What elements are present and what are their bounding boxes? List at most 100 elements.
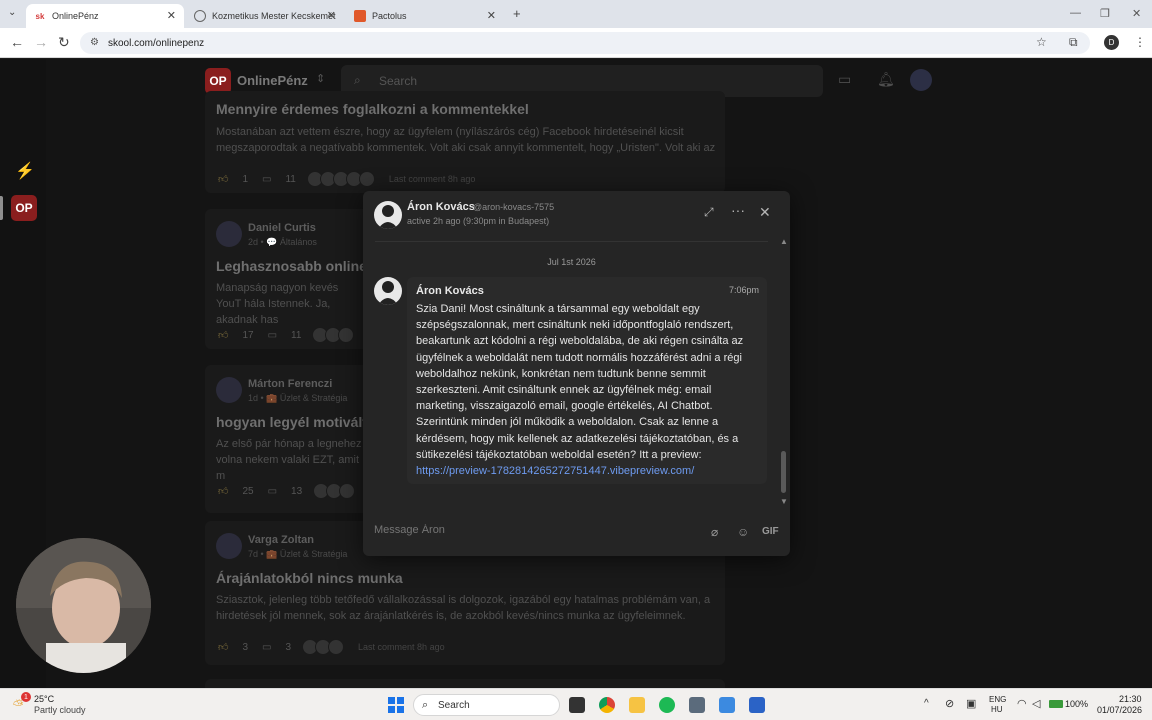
like-count: 25: [242, 485, 254, 497]
file-explorer-icon[interactable]: [629, 697, 645, 713]
close-icon[interactable]: ✕: [759, 204, 771, 221]
spotify-icon[interactable]: [659, 697, 675, 713]
language-indicator[interactable]: ENG: [989, 695, 1006, 704]
commenter-avatars: [312, 327, 355, 343]
windows-taskbar: ⛅︎ 1 25°C Partly cloudy ⌕ Search ^ ⊘ ▣ E…: [0, 688, 1152, 720]
commenter-avatars: [302, 639, 345, 655]
tab-search-icon[interactable]: ⌄: [8, 7, 16, 18]
back-arrow-icon[interactable]: ←: [10, 34, 24, 50]
region-indicator[interactable]: HU: [991, 705, 1003, 714]
browser-tab-bar: ⌄ sk OnlinePénz ✕ Kozmetikus Mester Kecs…: [0, 0, 1152, 28]
calculator-icon[interactable]: [689, 697, 705, 713]
close-icon[interactable]: ✕: [327, 9, 336, 22]
extensions-puzzle-icon[interactable]: ⧉: [1069, 35, 1078, 50]
author-avatar[interactable]: [216, 377, 242, 403]
comment-count: 11: [285, 173, 296, 185]
like-count: 3: [242, 641, 249, 653]
group-selection-indicator: [0, 196, 3, 220]
message-input[interactable]: [374, 524, 674, 536]
close-icon[interactable]: ✕: [167, 9, 176, 22]
tab-onlinepenz[interactable]: sk OnlinePénz ✕: [26, 4, 184, 28]
message-author-avatar[interactable]: [374, 277, 402, 305]
app-icon[interactable]: [749, 697, 765, 713]
search-icon: ⌕: [422, 699, 429, 711]
chat-icon[interactable]: ▭: [838, 71, 851, 88]
url-field[interactable]: ⚙ skool.com/onlinepenz: [80, 32, 1090, 54]
taskbar-search[interactable]: ⌕ Search: [413, 694, 560, 716]
forward-arrow-icon[interactable]: →: [34, 34, 48, 50]
like-icon[interactable]: 👍︎: [218, 329, 228, 341]
emoji-icon[interactable]: ☺: [737, 525, 749, 539]
gif-button[interactable]: GIF: [762, 526, 779, 537]
post-excerpt: Mostanában azt vettem észre, hogy az ügy…: [216, 126, 716, 154]
more-options-icon[interactable]: ···: [731, 202, 745, 218]
tray-chevron-icon[interactable]: ^: [924, 698, 929, 709]
post-author[interactable]: Varga Zoltan: [248, 534, 314, 546]
author-avatar[interactable]: [216, 533, 242, 559]
chat-user-name[interactable]: Áron Kovács: [407, 201, 475, 213]
onlinepenz-group-icon[interactable]: OP: [11, 195, 37, 221]
display-icon[interactable]: ▣: [966, 697, 976, 710]
post-title[interactable]: Árajánlatokból nincs munka: [216, 570, 403, 586]
post-title[interactable]: Mennyire érdemes foglalkozni a kommentek…: [216, 101, 529, 117]
post-card[interactable]: Mennyire érdemes foglalkozni a kommentek…: [205, 91, 725, 193]
expand-icon[interactable]: ⤢: [704, 205, 714, 220]
post-author[interactable]: Márton Ferenczi: [248, 378, 332, 390]
browser-menu-icon[interactable]: ⋮: [1134, 35, 1146, 49]
post-author[interactable]: Daniel Curtis: [248, 222, 316, 234]
like-icon[interactable]: 👍︎: [218, 485, 228, 497]
tab-pactolus[interactable]: Pactolus ✕: [346, 4, 504, 28]
message-author[interactable]: Áron Kovács: [416, 285, 484, 297]
chat-message: Áron Kovács 7:06pm Szia Dani! Most csiná…: [407, 277, 767, 484]
clock-time[interactable]: 21:30: [1119, 694, 1142, 704]
snipping-tool-icon[interactable]: [719, 697, 735, 713]
group-switch-chevron-icon[interactable]: ⇕: [316, 72, 325, 85]
chat-scrollbar[interactable]: ▲ ▼: [780, 237, 788, 507]
post-title[interactable]: hogyan legyél motivált, l: [216, 414, 379, 430]
battery-icon[interactable]: [1049, 700, 1063, 708]
restore-icon[interactable]: ❐: [1100, 7, 1110, 20]
task-view-icon[interactable]: [569, 697, 585, 713]
site-info-icon[interactable]: ⚙: [90, 37, 99, 48]
like-icon[interactable]: 👍︎: [218, 641, 228, 653]
windows-start-icon[interactable]: [388, 697, 404, 713]
skool-favicon-icon: sk: [35, 11, 45, 21]
weather-temperature[interactable]: 25°C: [34, 694, 54, 704]
like-count: 17: [242, 329, 254, 341]
notification-bell-icon[interactable]: 🔔︎: [877, 71, 895, 88]
user-avatar[interactable]: [910, 69, 932, 91]
url-text: skool.com/onlinepenz: [108, 37, 205, 49]
message-text: Szia Dani! Most csináltunk a társammal e…: [416, 301, 756, 479]
preview-link[interactable]: https://preview-1782814265272751447.vibe…: [416, 465, 694, 477]
attachment-icon[interactable]: ⌀: [711, 525, 718, 539]
scroll-thumb[interactable]: [781, 451, 786, 493]
window-close-icon[interactable]: ✕: [1132, 7, 1141, 20]
bookmark-star-icon[interactable]: ☆: [1036, 35, 1047, 49]
chrome-icon[interactable]: [599, 697, 615, 713]
chat-user-handle: @aron-kovacs-7575: [473, 202, 555, 212]
post-card-partial[interactable]: [205, 679, 725, 688]
volume-icon[interactable]: ◁: [1032, 697, 1040, 710]
group-name[interactable]: OnlinePénz: [237, 73, 308, 88]
post-stats: 👍︎ 17 ▭ 11: [218, 327, 355, 343]
author-avatar[interactable]: [216, 221, 242, 247]
like-icon[interactable]: 👍︎: [218, 173, 228, 185]
chat-user-avatar[interactable]: [374, 201, 402, 229]
tab-kozmetikus[interactable]: Kozmetikus Mester Kecskemét ✕: [186, 4, 344, 28]
reload-icon[interactable]: ↻: [58, 34, 70, 51]
minimize-icon[interactable]: —: [1070, 7, 1081, 19]
commenter-avatars: [306, 171, 375, 187]
clock-date[interactable]: 01/07/2026: [1097, 705, 1142, 715]
network-off-icon[interactable]: ⊘: [945, 697, 954, 710]
post-meta: 1d • 💼 Üzlet & Stratégia: [248, 393, 348, 403]
chat-user-status: active 2h ago (9:30pm in Budapest): [407, 216, 550, 226]
post-title[interactable]: Leghasznosabb online b: [216, 258, 379, 274]
scroll-up-icon[interactable]: ▲: [780, 237, 788, 246]
discover-icon[interactable]: ⚡: [15, 161, 35, 181]
scroll-down-icon[interactable]: ▼: [780, 497, 788, 506]
wifi-icon[interactable]: ◠: [1017, 697, 1027, 710]
close-icon[interactable]: ✕: [487, 9, 496, 22]
post-meta: 2d • 💬 Általános: [248, 237, 317, 247]
new-tab-plus-icon[interactable]: +: [513, 6, 521, 21]
profile-avatar[interactable]: D: [1104, 35, 1119, 50]
